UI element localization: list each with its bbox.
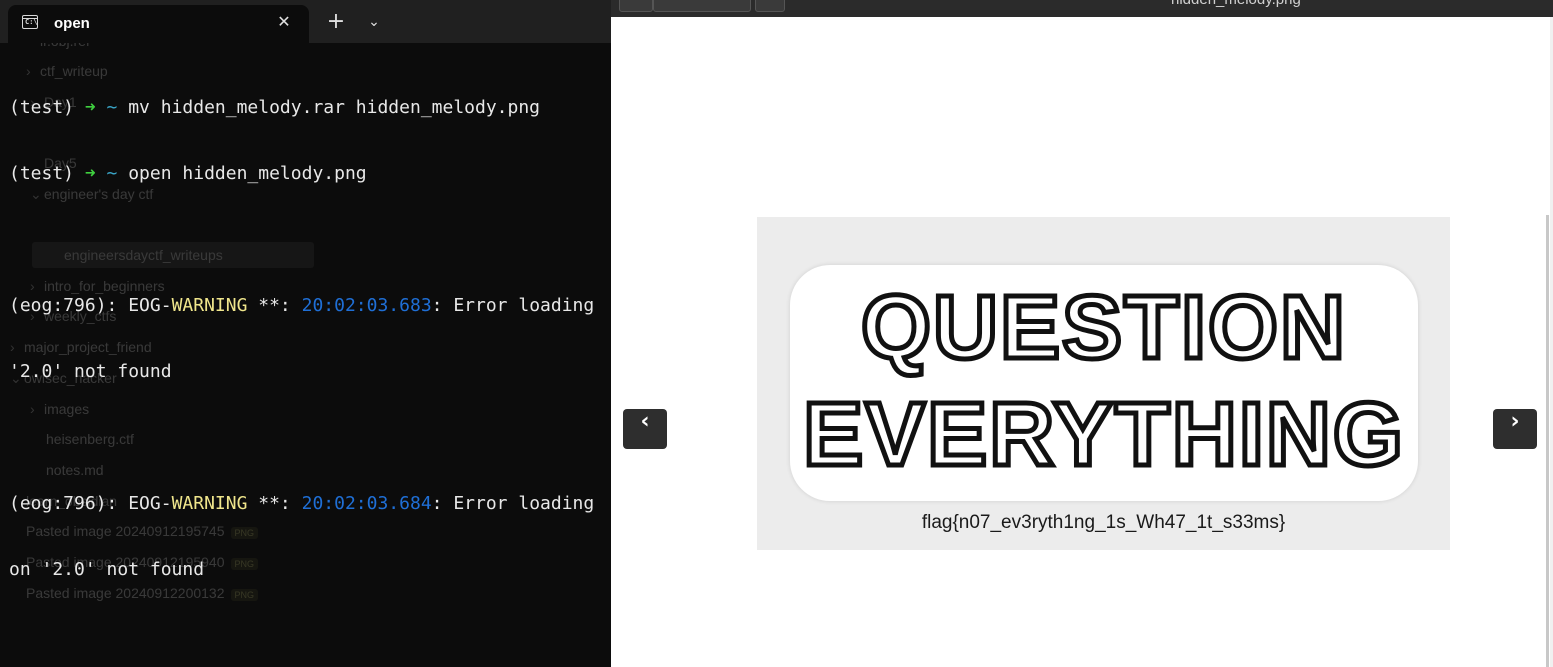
viewer-title: hidden_melody.png: [1171, 0, 1301, 8]
terminal-icon: C:\: [22, 15, 38, 29]
chevron-right-icon: ›: [1510, 409, 1520, 434]
prompt-arrow-icon: ➜: [84, 97, 96, 118]
warning-line: (eog:796): EOG-WARNING **: 20:02:03.683:…: [9, 295, 595, 316]
warning-continuation: '2.0' not found: [9, 361, 172, 382]
close-icon[interactable]: ✕: [272, 10, 296, 34]
warning-line: (eog:796): EOG-WARNING **: 20:02:03.684:…: [9, 493, 595, 514]
prompt-arrow-icon: ➜: [84, 163, 96, 184]
viewer-toolbar-button[interactable]: [619, 0, 653, 12]
tab-title: open: [54, 15, 90, 32]
chevron-down-icon[interactable]: ⌄: [361, 8, 387, 36]
displayed-image: QUESTION EVERYTHING flag{n07_ev3ryth1ng_…: [757, 217, 1450, 550]
image-text-everything: EVERYTHING: [801, 385, 1406, 485]
chevron-left-icon: ‹: [640, 409, 650, 434]
image-text-question: QUESTION: [858, 278, 1348, 378]
viewer-toolbar-button[interactable]: [755, 0, 785, 12]
command-line: (test) ➜ ~ mv hidden_melody.rar hidden_m…: [9, 97, 541, 118]
terminal-tab-bar: C:\ open ✕ + ⌄: [0, 0, 611, 43]
image-viewer-window[interactable]: hidden_melody.png ‹ › QUESTION EVERYTHIN…: [611, 0, 1553, 667]
warning-continuation: on '2.0' not found: [9, 559, 205, 580]
new-tab-button[interactable]: +: [323, 8, 349, 36]
terminal-output[interactable]: (test) ➜ ~ mv hidden_melody.rar hidden_m…: [9, 53, 594, 625]
terminal-window[interactable]: ir.obj.ref ›ctf_writeup ›Day1 Day5 ⌄engi…: [0, 0, 611, 667]
sticker-graphic: QUESTION EVERYTHING: [790, 265, 1418, 501]
command-line: (test) ➜ ~ open hidden_melody.png: [9, 163, 367, 184]
viewer-header-bar: hidden_melody.png: [611, 0, 1553, 17]
image-flag-text: flag{n07_ev3ryth1ng_1s_Wh47_1t_s33ms}: [921, 512, 1286, 533]
tab-open[interactable]: C:\ open ✕: [8, 5, 309, 43]
viewer-zoom-field[interactable]: [653, 0, 751, 12]
previous-image-button[interactable]: ‹: [623, 409, 667, 449]
next-image-button[interactable]: ›: [1493, 409, 1537, 449]
viewer-scrollbar[interactable]: [1546, 215, 1549, 667]
